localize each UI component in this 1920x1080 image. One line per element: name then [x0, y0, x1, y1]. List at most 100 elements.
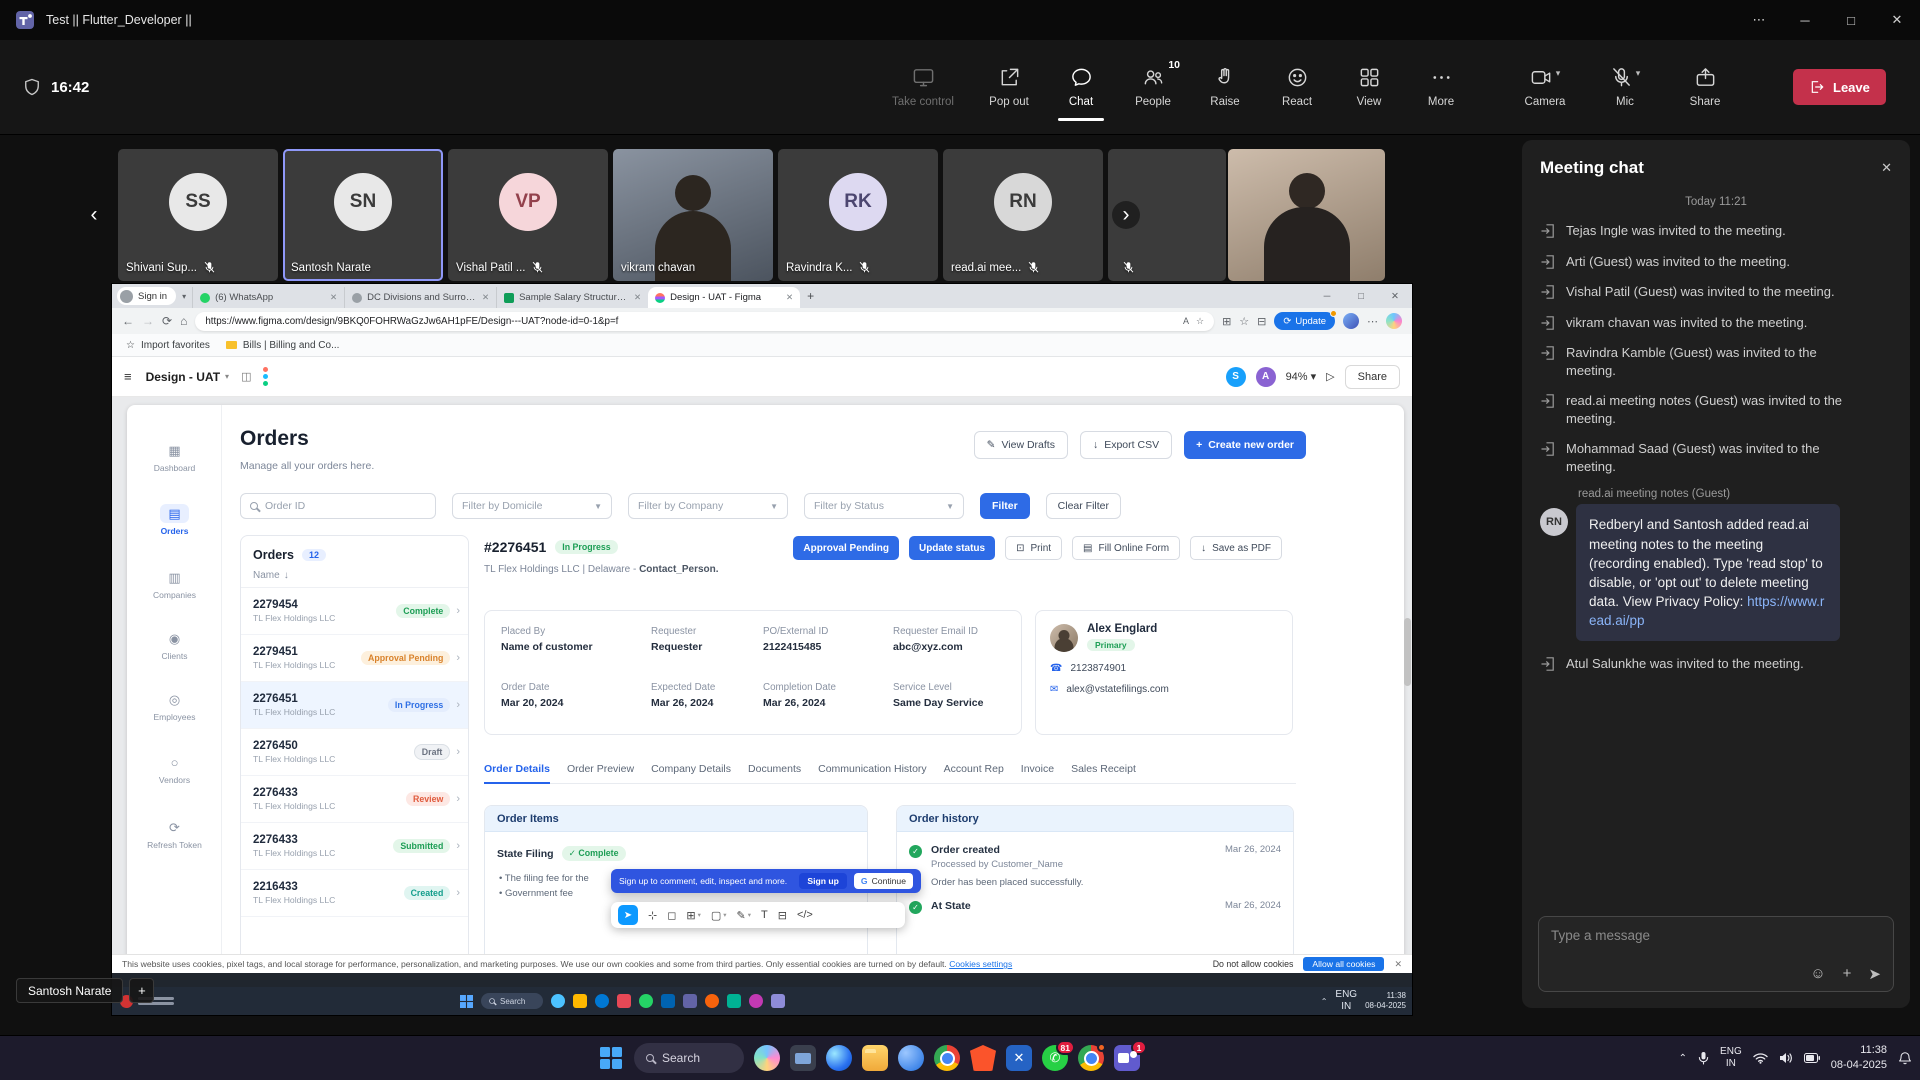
sidebar-item[interactable]: ▥ Companies: [127, 568, 222, 600]
status-filter-dropdown[interactable]: Filter by Status▼: [804, 493, 964, 519]
send-icon[interactable]: ➤: [1868, 965, 1881, 983]
move-tool-icon[interactable]: ➤: [618, 905, 638, 925]
shared-clock[interactable]: 11:3808-04-2025: [1365, 991, 1406, 1012]
read-aloud-icon[interactable]: A: [1183, 316, 1189, 326]
view-button[interactable]: View: [1336, 66, 1402, 108]
browser-tab[interactable]: Design - UAT - Figma ✕: [648, 287, 800, 308]
browser-tab[interactable]: (6) WhatsApp ✕: [192, 287, 344, 308]
domicile-filter-dropdown[interactable]: Filter by Domicile▼: [452, 493, 612, 519]
approval-pending-button[interactable]: Approval Pending: [793, 536, 899, 560]
browser-menu-icon[interactable]: ⋯: [1367, 315, 1378, 328]
notification-bell-icon[interactable]: [1898, 1051, 1912, 1065]
x-app-icon[interactable]: ✕: [1006, 1045, 1032, 1071]
pen-tool-icon[interactable]: ✎▾: [737, 909, 751, 922]
browser-profile-avatar[interactable]: [1343, 313, 1359, 329]
collaborator-avatar[interactable]: A: [1256, 367, 1276, 387]
detail-tab[interactable]: Invoice: [1021, 763, 1054, 775]
detail-tab[interactable]: Company Details: [651, 763, 731, 775]
sign-up-button[interactable]: Sign up: [799, 873, 847, 889]
react-button[interactable]: React: [1264, 66, 1330, 108]
figma-menu-icon[interactable]: ≡: [124, 369, 132, 384]
browser-scrollbar[interactable]: [1404, 618, 1411, 686]
message-input[interactable]: [1551, 928, 1881, 943]
new-tab-button[interactable]: +: [807, 289, 814, 303]
strip-scroll-left-icon[interactable]: ‹: [80, 201, 108, 229]
comment-tool-icon[interactable]: ◻: [667, 909, 676, 922]
print-button[interactable]: ⊡Print: [1005, 536, 1062, 560]
desktop-app-icon[interactable]: [790, 1045, 816, 1071]
app-icon[interactable]: [705, 994, 719, 1008]
app-icon[interactable]: [595, 994, 609, 1008]
browser-maximize-button[interactable]: □: [1344, 284, 1378, 308]
app-icon[interactable]: [771, 994, 785, 1008]
browser-update-button[interactable]: ⟳Update: [1274, 312, 1335, 330]
company-filter-dropdown[interactable]: Filter by Company▼: [628, 493, 788, 519]
attach-plus-icon[interactable]: +: [1843, 965, 1852, 983]
clock[interactable]: 11:3808-04-2025: [1831, 1043, 1887, 1073]
detail-tab[interactable]: Documents: [748, 763, 801, 775]
leave-button[interactable]: Leave: [1793, 69, 1886, 105]
filter-apply-button[interactable]: Filter: [980, 493, 1030, 519]
brave-icon[interactable]: [970, 1045, 996, 1071]
more-button[interactable]: More: [1408, 66, 1474, 108]
order-row[interactable]: 2279451 TL Flex Holdings LLC Approval Pe…: [241, 635, 468, 682]
favorites-icon[interactable]: ☆: [1239, 315, 1249, 328]
minimize-button[interactable]: ─: [1782, 0, 1828, 40]
mic-chevron-icon[interactable]: ▾: [1636, 68, 1641, 79]
tab-close-icon[interactable]: ✕: [786, 292, 793, 303]
chat-input-box[interactable]: ☺ + ➤: [1538, 916, 1894, 992]
filter-clear-button[interactable]: Clear Filter: [1046, 493, 1121, 519]
split-screen-icon[interactable]: ⊞: [1222, 315, 1231, 328]
camera-button[interactable]: ▾ Camera: [1512, 66, 1578, 108]
deny-cookies-button[interactable]: Do not allow cookies: [1213, 959, 1294, 969]
app-icon[interactable]: [573, 994, 587, 1008]
whatsapp-icon[interactable]: ✆81: [1042, 1045, 1068, 1071]
detail-tab[interactable]: Account Rep: [944, 763, 1004, 775]
copilot-icon[interactable]: [1386, 313, 1402, 329]
order-row[interactable]: 2276451 TL Flex Holdings LLC In Progress…: [241, 682, 468, 729]
emoji-icon[interactable]: ☺: [1810, 965, 1825, 983]
order-row[interactable]: 2216433 TL Flex Holdings LLC Created ›: [241, 870, 468, 917]
export-csv-button[interactable]: ↓Export CSV: [1080, 431, 1172, 459]
participant-tile[interactable]: SS Shivani Sup...: [118, 149, 278, 281]
browser-profile-button[interactable]: Sign in: [117, 287, 176, 305]
chat-button[interactable]: Chat: [1048, 66, 1114, 108]
fill-online-form-button[interactable]: ▤Fill Online Form: [1072, 536, 1180, 560]
figma-file-name[interactable]: Design - UAT▾: [146, 370, 229, 384]
titlebar-more-icon[interactable]: ⋯: [1736, 0, 1782, 40]
chrome-icon[interactable]: [934, 1045, 960, 1071]
home-icon[interactable]: ⌂: [180, 314, 187, 328]
contact-person-link[interactable]: Contact_Person.: [639, 564, 718, 575]
pinned-participant-tile[interactable]: [1228, 149, 1385, 281]
sidebar-item[interactable]: ▦ Dashboard: [127, 441, 222, 473]
participant-tile[interactable]: RN read.ai mee...: [943, 149, 1103, 281]
sidebar-item[interactable]: ▤ Orders: [127, 504, 222, 536]
app-icon[interactable]: [661, 994, 675, 1008]
favorites-import[interactable]: ☆ Import favorites: [126, 340, 210, 351]
browser-icon[interactable]: [898, 1045, 924, 1071]
wifi-icon[interactable]: [1753, 1052, 1768, 1064]
participant-tile[interactable]: vikram chavan: [613, 149, 773, 281]
maximize-button[interactable]: □: [1828, 0, 1874, 40]
order-row[interactable]: 2276433 TL Flex Holdings LLC Submitted ›: [241, 823, 468, 870]
strip-scroll-right-icon[interactable]: ›: [1112, 201, 1140, 229]
share-button[interactable]: Share: [1672, 66, 1738, 108]
frame-tool-icon[interactable]: ⊞▾: [686, 909, 700, 922]
forward-icon[interactable]: →: [142, 314, 154, 328]
contact-email[interactable]: ✉alex@vstatefilings.com: [1050, 684, 1278, 695]
app-icon[interactable]: [749, 994, 763, 1008]
browser-minimize-button[interactable]: ─: [1310, 284, 1344, 308]
start-button[interactable]: [598, 1045, 624, 1071]
url-field[interactable]: https://www.figma.com/design/9BKQ0FOHRWa…: [195, 312, 1214, 331]
tray-mic-icon[interactable]: [1698, 1051, 1709, 1065]
mic-button[interactable]: ▾ Mic: [1592, 66, 1658, 108]
camera-chevron-icon[interactable]: ▾: [1556, 68, 1561, 79]
continue-google-button[interactable]: GContinue: [854, 873, 913, 889]
view-drafts-button[interactable]: ✎View Drafts: [974, 431, 1068, 459]
favorites-bills[interactable]: Bills | Billing and Co...: [226, 340, 340, 351]
contact-phone[interactable]: ☎2123874901: [1050, 663, 1278, 674]
volume-icon[interactable]: [1779, 1052, 1793, 1064]
favorite-star-icon[interactable]: ☆: [1196, 316, 1204, 327]
zoom-control[interactable]: 94% ▾: [1286, 370, 1317, 383]
presenter-expand-button[interactable]: +: [129, 978, 154, 1003]
